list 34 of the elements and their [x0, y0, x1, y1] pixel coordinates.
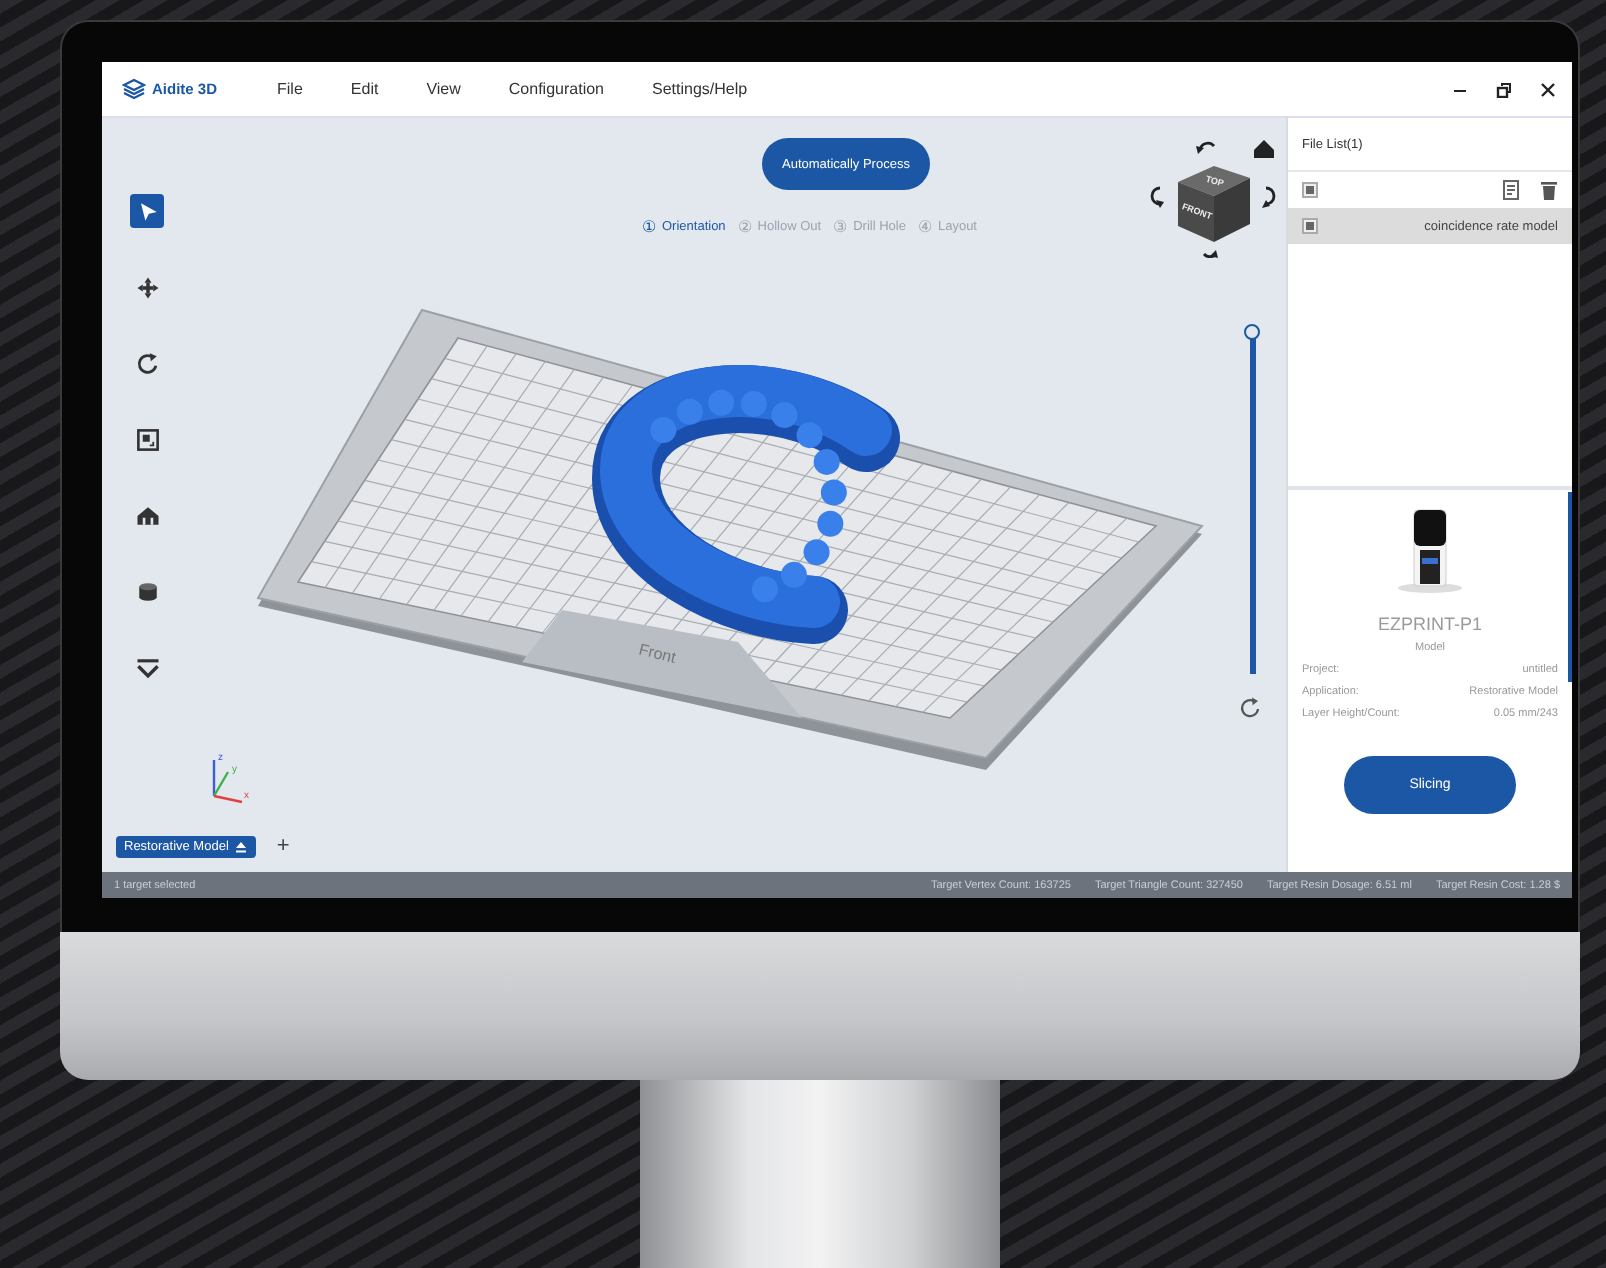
rotate-arrow-icon[interactable] [1150, 186, 1164, 208]
menu-item[interactable]: Edit [350, 80, 379, 98]
menu-item[interactable]: File [277, 80, 303, 98]
rotate-arrow-icon[interactable] [1262, 186, 1276, 208]
chevron-icon [133, 653, 161, 681]
restore-icon[interactable] [1496, 81, 1512, 97]
slider-thumb[interactable] [1243, 324, 1259, 340]
rotate-arrow-icon[interactable] [1203, 250, 1218, 258]
trash-icon[interactable] [1540, 180, 1558, 200]
axes-drawing [212, 760, 243, 804]
checkbox[interactable] [1302, 218, 1318, 234]
logo-icon [122, 77, 146, 101]
rotate-arrow-icon[interactable] [1196, 141, 1215, 154]
cylinder-icon [133, 577, 161, 605]
eject-icon [234, 839, 249, 853]
menu-item[interactable]: Configuration [508, 80, 604, 98]
checkbox[interactable] [1302, 182, 1318, 198]
move-icon [133, 273, 161, 301]
dental-model[interactable] [592, 365, 900, 644]
close-icon[interactable] [1540, 81, 1556, 97]
home-icon[interactable] [1254, 140, 1274, 158]
rotate-icon [133, 349, 161, 377]
refresh-icon[interactable] [1238, 696, 1262, 720]
add-tab-button[interactable]: + [272, 834, 294, 858]
scrollbar[interactable] [1568, 492, 1572, 682]
document-icon[interactable] [1502, 180, 1520, 200]
printer-name: EZPRINT-P1 [1377, 614, 1482, 634]
menu-item[interactable]: Settings/Help [652, 80, 748, 98]
frame-icon [133, 425, 161, 453]
cursor-tool-button[interactable] [130, 194, 164, 228]
plate-front-label: Front [637, 640, 678, 667]
layer-slider[interactable] [1242, 324, 1262, 674]
menu-item[interactable]: View [426, 80, 461, 98]
view-cube[interactable] [1178, 166, 1250, 242]
